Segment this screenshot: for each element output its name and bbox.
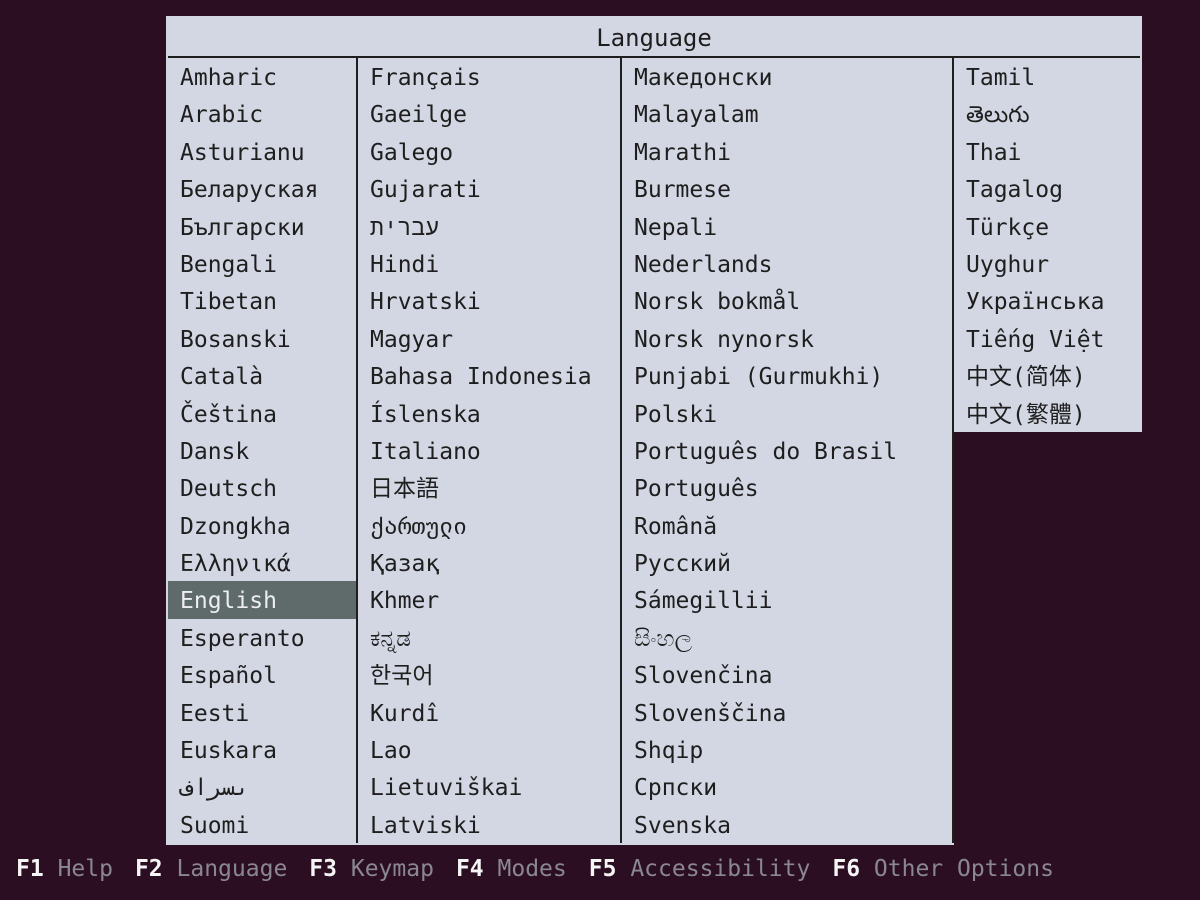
language-option[interactable]: Gaeilge <box>358 95 620 132</box>
language-option[interactable]: Magyar <box>358 320 620 357</box>
language-option[interactable]: Punjabi (Gurmukhi) <box>622 357 952 394</box>
language-option[interactable]: Galego <box>358 133 620 170</box>
language-option[interactable]: Italiano <box>358 432 620 469</box>
language-option[interactable]: Asturianu <box>168 133 356 170</box>
language-option[interactable]: Amharic <box>168 58 356 95</box>
language-option[interactable]: Sámegillii <box>622 581 952 618</box>
language-option[interactable]: Беларуская <box>168 170 356 207</box>
language-column-1: AmharicArabicAsturianuБеларускаяБългарск… <box>168 58 358 843</box>
language-option[interactable]: English <box>168 581 356 618</box>
language-option[interactable]: Gujarati <box>358 170 620 207</box>
language-option[interactable]: Eesti <box>168 694 356 731</box>
language-option[interactable]: Português do Brasil <box>622 432 952 469</box>
language-option[interactable]: Esperanto <box>168 619 356 656</box>
language-option[interactable]: Português <box>622 469 952 506</box>
language-option[interactable]: Türkçe <box>954 208 1140 245</box>
language-option[interactable]: Русский <box>622 544 952 581</box>
fkey-f4[interactable]: F4 <box>456 856 484 882</box>
language-option[interactable]: Српски <box>622 768 952 805</box>
language-option[interactable]: 日本語 <box>358 469 620 506</box>
language-option[interactable]: Tiếng Việt <box>954 320 1140 357</box>
language-option[interactable]: Shqip <box>622 731 952 768</box>
language-option[interactable]: Hrvatski <box>358 282 620 319</box>
language-option[interactable]: Français <box>358 58 620 95</box>
language-option[interactable]: Deutsch <box>168 469 356 506</box>
language-option[interactable]: Íslenska <box>358 395 620 432</box>
language-option[interactable]: Norsk nynorsk <box>622 320 952 357</box>
language-option[interactable]: Polski <box>622 395 952 432</box>
language-option[interactable]: Slovenčina <box>622 656 952 693</box>
language-option[interactable]: Dansk <box>168 432 356 469</box>
language-option[interactable]: Norsk bokmål <box>622 282 952 319</box>
fkey-label-f5: Accessibility <box>630 856 810 882</box>
language-option[interactable]: Català <box>168 357 356 394</box>
language-option[interactable]: Latviski <box>358 806 620 843</box>
language-option[interactable]: Nederlands <box>622 245 952 282</box>
language-option[interactable]: Български <box>168 208 356 245</box>
language-option[interactable]: Dzongkha <box>168 507 356 544</box>
language-option[interactable]: Bengali <box>168 245 356 282</box>
language-option[interactable]: ىسراف <box>168 768 356 805</box>
fkey-f1[interactable]: F1 <box>16 856 44 882</box>
language-option[interactable]: Suomi <box>168 806 356 843</box>
fkey-f5[interactable]: F5 <box>589 856 617 882</box>
column-4-trim <box>954 432 1144 847</box>
language-option[interactable]: ქართული <box>358 507 620 544</box>
language-option[interactable]: Қазақ <box>358 544 620 581</box>
language-option[interactable]: Tamil <box>954 58 1140 95</box>
fkey-f2[interactable]: F2 <box>135 856 163 882</box>
language-column-4: TamilతెలుగుThaiTagalogTürkçeUyghurУкраїн… <box>954 58 1140 432</box>
fkey-f3[interactable]: F3 <box>309 856 337 882</box>
language-option[interactable]: Tagalog <box>954 170 1140 207</box>
language-option[interactable]: Македонски <box>622 58 952 95</box>
language-option[interactable]: 中文(繁體) <box>954 395 1140 432</box>
language-option[interactable]: Khmer <box>358 581 620 618</box>
language-option[interactable]: Română <box>622 507 952 544</box>
language-option[interactable]: Euskara <box>168 731 356 768</box>
language-option[interactable]: 한국어 <box>358 656 620 693</box>
language-option[interactable]: ಕನ್ನಡ <box>358 619 620 656</box>
language-column-3: МакедонскиMalayalamMarathiBurmeseNepaliN… <box>622 58 954 843</box>
fkey-label-f1: Help <box>58 856 113 882</box>
language-option[interactable]: Slovenščina <box>622 694 952 731</box>
language-option[interactable]: Українська <box>954 282 1140 319</box>
fkey-label-f4: Modes <box>498 856 567 882</box>
language-option[interactable]: Uyghur <box>954 245 1140 282</box>
language-option[interactable]: עברית <box>358 208 620 245</box>
fkey-label-f6: Other Options <box>874 856 1054 882</box>
language-option[interactable]: తెలుగు <box>954 95 1140 132</box>
language-option[interactable]: Arabic <box>168 95 356 132</box>
fkey-label-f2: Language <box>177 856 288 882</box>
language-option[interactable]: Español <box>168 656 356 693</box>
language-option[interactable]: Hindi <box>358 245 620 282</box>
language-option[interactable]: Lietuviškai <box>358 768 620 805</box>
language-option[interactable]: Thai <box>954 133 1140 170</box>
language-option[interactable]: සිංහල <box>622 619 952 656</box>
fkey-label-f3: Keymap <box>351 856 434 882</box>
language-option[interactable]: Malayalam <box>622 95 952 132</box>
language-column-2: FrançaisGaeilgeGalegoGujaratiעבריתHindiH… <box>358 58 622 843</box>
language-option[interactable]: Svenska <box>622 806 952 843</box>
language-option[interactable]: Burmese <box>622 170 952 207</box>
language-option[interactable]: Ελληνικά <box>168 544 356 581</box>
dialog-title: Language <box>168 18 1140 58</box>
language-option[interactable]: Bahasa Indonesia <box>358 357 620 394</box>
language-option[interactable]: 中文(简体) <box>954 357 1140 394</box>
language-option[interactable]: Marathi <box>622 133 952 170</box>
language-option[interactable]: Bosanski <box>168 320 356 357</box>
function-key-bar: F1 Help F2 Language F3 Keymap F4 Modes F5 Ac… <box>0 856 1200 882</box>
language-option[interactable]: Tibetan <box>168 282 356 319</box>
language-option[interactable]: Čeština <box>168 395 356 432</box>
fkey-f6[interactable]: F6 <box>832 856 860 882</box>
language-option[interactable]: Lao <box>358 731 620 768</box>
language-option[interactable]: Kurdî <box>358 694 620 731</box>
language-option[interactable]: Nepali <box>622 208 952 245</box>
